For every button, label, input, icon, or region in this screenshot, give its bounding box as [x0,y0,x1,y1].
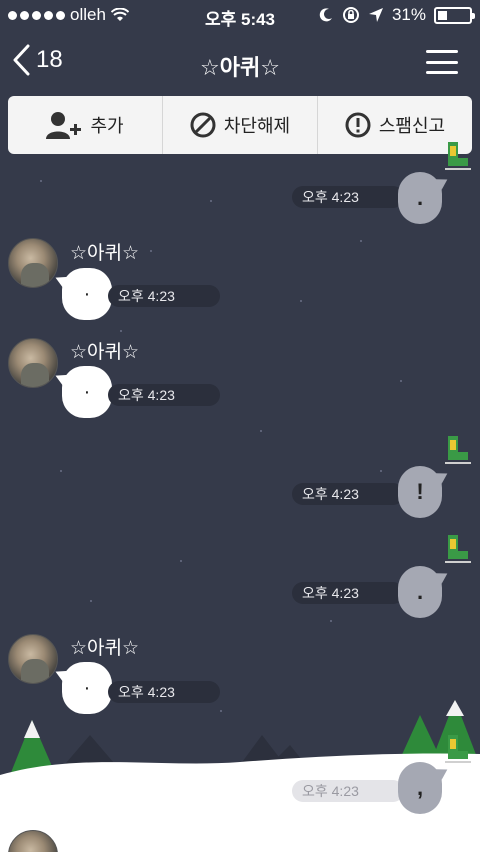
message-bubble[interactable]: . [398,172,442,224]
status-bar: olleh 오후 5:43 31% [0,0,480,30]
message-time: 오후 4:23 [292,186,404,208]
add-friend-icon [46,112,82,139]
ice-skate-icon [445,436,471,464]
report-spam-label: 스팸신고 [378,116,446,136]
chat-header: 18 ☆아퀴☆ [0,30,480,92]
message-bubble[interactable]: ! [398,466,442,518]
message-time: 오후 4:23 [108,285,220,307]
message-time: 오후 4:23 [292,483,404,505]
rotation-lock-icon [342,7,359,23]
sender-name: ☆아퀴☆ [70,243,140,264]
menu-button[interactable] [426,50,458,74]
report-icon [345,112,371,138]
stranger-action-bar: 추가 차단해제 스팸신고 [8,96,472,154]
message-time: 오후 4:23 [292,780,404,802]
ice-skate-icon [445,735,471,763]
sender-name: ☆아퀴☆ [70,638,140,659]
unread-count: 18 [36,46,63,73]
add-friend-button[interactable]: 추가 [8,96,163,154]
hamburger-icon [426,50,458,53]
message-bubble[interactable]: · [62,662,112,714]
message-bubble[interactable]: · [62,268,112,320]
message-time: 오후 4:23 [292,582,404,604]
moon-icon [319,8,332,22]
ice-skate-icon [445,142,471,170]
chat-screen: olleh 오후 5:43 31% 18 ☆아퀴☆ 추가 차단해제 스팸신고 오… [0,0,480,852]
sender-name: ☆아퀴☆ [70,342,140,363]
location-icon [368,8,383,22]
avatar[interactable] [8,238,58,288]
message-time: 오후 4:23 [108,384,220,406]
back-button[interactable]: 18 [12,44,63,76]
ice-skate-icon [445,535,471,563]
unblock-label: 차단해제 [223,116,291,136]
avatar[interactable] [8,634,58,684]
message-bubble[interactable]: , [398,762,442,814]
chevron-left-icon [13,44,30,76]
battery-percent: 31% [391,5,426,24]
message-bubble[interactable]: · [62,366,112,418]
battery-icon [434,6,475,24]
chat-title: ☆아퀴☆ [200,55,280,80]
avatar[interactable] [8,338,58,388]
unblock-button[interactable]: 차단해제 [163,96,318,154]
message-time: 오후 4:23 [108,681,220,703]
unblock-icon [190,112,216,138]
message-bubble[interactable]: . [398,566,442,618]
add-friend-label: 추가 [90,116,124,136]
